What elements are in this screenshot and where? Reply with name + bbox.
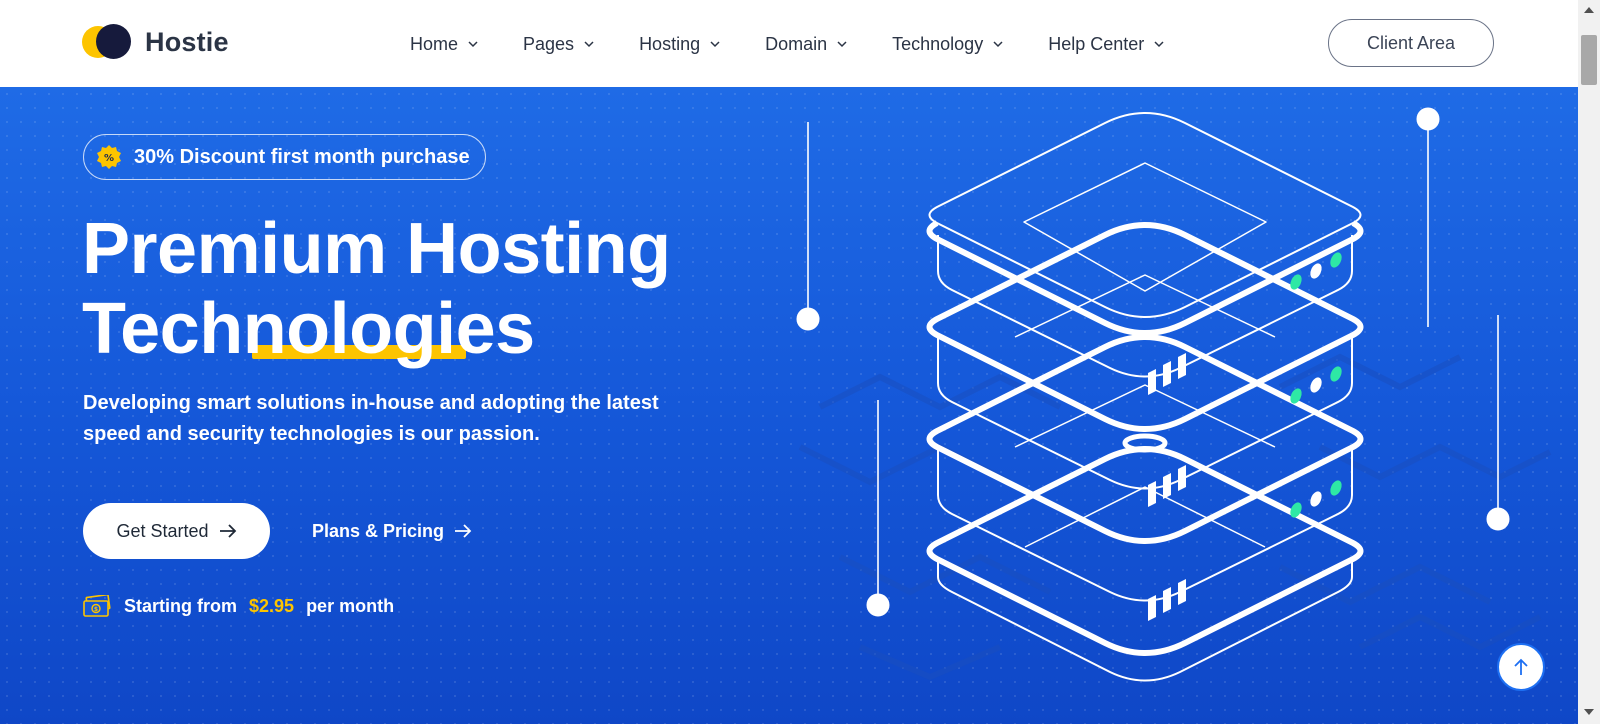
page-scrollbar[interactable] [1578,0,1600,724]
logo-mark-icon [82,24,132,60]
nav-item-label: Hosting [639,33,701,54]
chevron-down-icon [993,41,1003,48]
chevron-down-icon [1154,41,1164,48]
nav-item-label: Domain [765,33,828,54]
svg-text:$: $ [94,606,98,613]
nav-item-help-center[interactable]: Help Center [1048,34,1165,55]
scroll-down-arrow-icon[interactable] [1584,709,1594,715]
hero-section: % 30% Discount first month purchase Prem… [0,87,1578,724]
hero-title-line-2: Technologies [82,289,535,369]
client-area-button[interactable]: Client Area [1328,19,1494,67]
discount-badge-text: 30% Discount first month purchase [134,145,470,168]
nav-item-home[interactable]: Home [410,34,479,55]
scrollbar-thumb[interactable] [1581,35,1597,85]
chevron-down-icon [584,41,594,48]
chevron-down-icon [468,41,478,48]
nav-item-technology[interactable]: Technology [892,34,1004,55]
discount-badge-icon: % [97,145,121,169]
site-header: Hostie Home Pages Hosting Domain Technol… [0,0,1578,87]
price-prefix: Starting from [124,595,238,616]
svg-text:%: % [104,153,114,164]
price-amount: $2.95 [249,595,295,616]
hero-title-line-1: Premium Hosting [82,209,671,289]
nav-item-label: Home [410,33,459,54]
hero-description: Developing smart solutions in-house and … [83,392,659,445]
starting-price: $ Starting from $2.95 per month [83,592,394,620]
nav-item-pages[interactable]: Pages [523,34,595,55]
logo-text: Hostie [145,26,229,57]
nav-item-hosting[interactable]: Hosting [639,34,721,55]
price-suffix: per month [306,595,395,616]
main-nav: Home Pages Hosting Domain Technology Hel… [410,30,1165,58]
nav-item-label: Pages [523,33,575,54]
arrow-right-icon [455,524,472,538]
nav-item-label: Help Center [1048,33,1145,54]
arrow-right-icon [219,524,236,538]
nav-item-domain[interactable]: Domain [765,34,848,55]
money-bill-icon: $ [83,595,111,617]
hero-title: Premium Hosting Technologies [82,209,671,369]
nav-item-label: Technology [892,33,984,54]
arrow-up-icon [1514,658,1528,675]
scroll-up-arrow-icon[interactable] [1584,7,1594,13]
get-started-button[interactable]: Get Started [83,503,270,559]
scroll-to-top-button[interactable] [1497,643,1545,691]
get-started-label: Get Started [116,520,209,541]
chevron-down-icon [710,41,720,48]
server-stack-illustration [796,107,1552,682]
discount-badge: % 30% Discount first month purchase [83,134,486,180]
plans-pricing-label: Plans & Pricing [312,520,445,541]
chevron-down-icon [837,41,847,48]
plans-pricing-link[interactable]: Plans & Pricing [312,517,472,545]
logo[interactable]: Hostie [82,24,229,60]
